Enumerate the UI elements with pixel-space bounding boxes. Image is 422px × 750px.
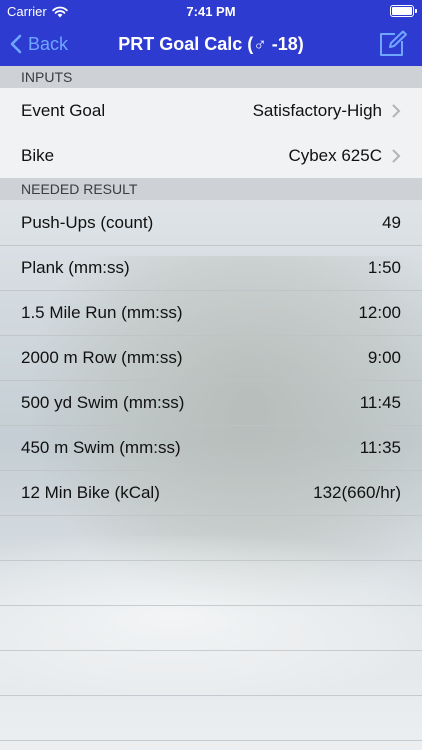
result-row-run: 1.5 Mile Run (mm:ss) 12:00 bbox=[0, 290, 422, 335]
status-time: 7:41 PM bbox=[186, 4, 236, 19]
divider bbox=[0, 560, 422, 561]
page-title: PRT Goal Calc (♂ -18) bbox=[118, 34, 304, 54]
divider bbox=[0, 695, 422, 696]
row-value: 1:50 bbox=[367, 257, 401, 277]
battery-icon bbox=[390, 5, 417, 17]
divider bbox=[0, 740, 422, 741]
chevron-right-icon bbox=[392, 149, 401, 162]
row-label: Event Goal bbox=[21, 100, 106, 120]
row-label: Bike bbox=[21, 145, 55, 165]
row-label: 450 m Swim (mm:ss) bbox=[21, 437, 181, 457]
needed-result-section-header: NEEDED RESULT bbox=[0, 178, 422, 200]
row-value: 11:35 bbox=[359, 437, 401, 457]
inputs-section-header: INPUTS bbox=[0, 66, 422, 88]
bike-row[interactable]: Bike Cybex 625C bbox=[0, 133, 422, 178]
navigation-bar: Back PRT Goal Calc (♂ -18) bbox=[0, 22, 422, 66]
row-value: 11:45 bbox=[359, 392, 401, 412]
chevron-right-icon bbox=[392, 104, 401, 117]
row-label: Push-Ups (count) bbox=[21, 212, 154, 232]
divider bbox=[0, 515, 422, 516]
row-label: 12 Min Bike (kCal) bbox=[21, 482, 160, 502]
row-value: 132(660/hr) bbox=[313, 482, 401, 502]
row-value: 9:00 bbox=[367, 347, 401, 367]
row-label: Plank (mm:ss) bbox=[21, 257, 130, 277]
result-row-swim-yd: 500 yd Swim (mm:ss) 11:45 bbox=[0, 380, 422, 425]
compose-icon[interactable] bbox=[378, 30, 408, 58]
divider bbox=[0, 605, 422, 606]
event-goal-row[interactable]: Event Goal Satisfactory-High bbox=[0, 88, 422, 133]
row-value: Cybex 625C bbox=[288, 145, 382, 165]
row-value: 49 bbox=[382, 212, 401, 232]
result-row-push-ups: Push-Ups (count) 49 bbox=[0, 200, 422, 245]
result-row-bike: 12 Min Bike (kCal) 132(660/hr) bbox=[0, 470, 422, 515]
row-value: Satisfactory-High bbox=[252, 100, 382, 120]
row-label: 1.5 Mile Run (mm:ss) bbox=[21, 302, 183, 322]
result-row-plank: Plank (mm:ss) 1:50 bbox=[0, 245, 422, 290]
result-row-swim-m: 450 m Swim (mm:ss) 11:35 bbox=[0, 425, 422, 470]
result-row-row: 2000 m Row (mm:ss) 9:00 bbox=[0, 335, 422, 380]
divider bbox=[0, 650, 422, 651]
status-bar: Carrier 7:41 PM bbox=[0, 0, 422, 22]
row-label: 2000 m Row (mm:ss) bbox=[21, 347, 183, 367]
row-label: 500 yd Swim (mm:ss) bbox=[21, 392, 185, 412]
row-value: 12:00 bbox=[358, 302, 401, 322]
